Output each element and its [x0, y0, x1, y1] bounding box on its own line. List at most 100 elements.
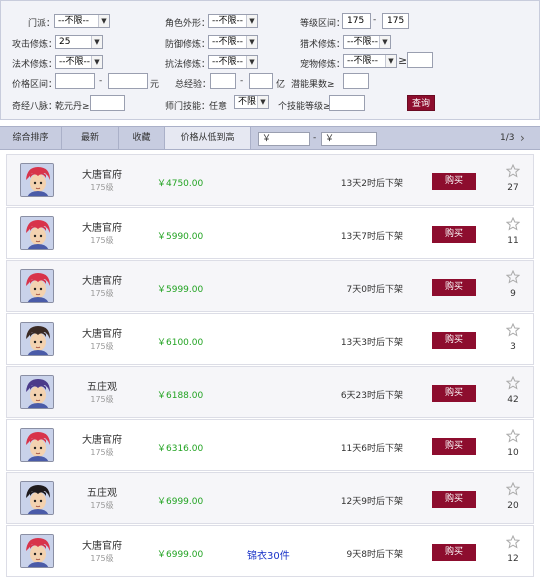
buy-button[interactable]: 购买: [432, 385, 476, 402]
school-select[interactable]: --不限-- ▼: [54, 14, 110, 28]
listing-level: 175级: [90, 183, 114, 192]
character-avatar[interactable]: [20, 428, 54, 462]
resist-select[interactable]: --不限-- ▼: [208, 55, 258, 69]
pet-training-label: 宠物修炼：: [300, 60, 346, 70]
appearance-label: 角色外形：: [165, 19, 211, 29]
listing-price: ￥6999.00: [157, 550, 204, 560]
character-avatar[interactable]: [20, 216, 54, 250]
defense-select[interactable]: --不限-- ▼: [208, 35, 258, 49]
star-outline-icon[interactable]: [506, 376, 520, 390]
potential-label: 潜能果数≥: [291, 80, 335, 90]
listing-row[interactable]: 五庄观 175级 ￥6999.00 12天9时后下架 购买 20: [6, 472, 534, 524]
attack-select[interactable]: 25 ▼: [55, 35, 103, 49]
star-outline-icon[interactable]: [506, 270, 520, 284]
listing-extra[interactable]: 锦衣30件: [247, 547, 290, 562]
listing-school: 大唐官府: [82, 170, 122, 181]
resist-label: 抗法修炼：: [165, 60, 211, 70]
favorite-count: 12: [507, 554, 519, 564]
potential-input[interactable]: [343, 73, 369, 89]
query-button[interactable]: 查询: [407, 95, 435, 111]
buy-button[interactable]: 购买: [432, 279, 476, 296]
skill-level-input[interactable]: [329, 95, 365, 111]
price-filter-separator: -: [313, 133, 317, 143]
tab-newest[interactable]: 最新: [62, 127, 119, 149]
listing-price: ￥5999.00: [157, 285, 204, 295]
magic-select[interactable]: --不限-- ▼: [55, 55, 103, 69]
exp-max-input[interactable]: [249, 73, 273, 89]
next-page-icon[interactable]: ›: [520, 127, 525, 149]
price-max-input[interactable]: [108, 73, 148, 89]
listing-time-remaining: 13天2时后下架: [340, 179, 403, 189]
character-avatar[interactable]: [20, 163, 54, 197]
pet-training-gte: ≥: [398, 54, 408, 67]
price-min-input[interactable]: [55, 73, 95, 89]
listing-time-remaining: 7天0时后下架: [346, 285, 403, 295]
buy-button[interactable]: 购买: [432, 544, 476, 561]
character-avatar[interactable]: [20, 534, 54, 568]
tab-favorites[interactable]: 收藏: [119, 127, 165, 149]
listing-time-remaining: 12天9时后下架: [340, 497, 403, 507]
character-avatar[interactable]: [20, 322, 54, 356]
buy-button[interactable]: 购买: [432, 438, 476, 455]
pet-training-input[interactable]: [407, 52, 433, 68]
chevron-down-icon: ▼: [91, 56, 102, 68]
filter-panel: 门派： --不限-- ▼ 角色外形： --不限-- ▼ 等级区间： 175 - 17…: [0, 0, 540, 120]
listing-level: 175级: [90, 554, 114, 563]
favorite-count: 42: [507, 395, 519, 405]
listing-row[interactable]: 大唐官府 175级 ￥4750.00 13天2时后下架 购买 27: [6, 154, 534, 206]
star-outline-icon[interactable]: [506, 482, 520, 496]
buy-button[interactable]: 购买: [432, 226, 476, 243]
level-label: 等级区间：: [300, 19, 346, 29]
chevron-down-icon: ▼: [246, 56, 257, 68]
listing-price: ￥5990.00: [157, 232, 204, 242]
skill-select[interactable]: 不限 ▼: [234, 95, 269, 109]
price-filter-max[interactable]: ￥: [321, 132, 377, 146]
favorite-count: 11: [507, 236, 519, 246]
star-outline-icon[interactable]: [506, 164, 520, 178]
listing-row[interactable]: 大唐官府 175级 ￥5999.00 7天0时后下架 购买 9: [6, 260, 534, 312]
price-unit: 元: [150, 80, 160, 90]
qianyuan-input[interactable]: [90, 95, 125, 111]
price-separator: -: [99, 76, 103, 86]
listing-list: 大唐官府 175级 ￥4750.00 13天2时后下架 购买 27 大唐官府 175级 ￥599…: [6, 154, 534, 581]
listing-school: 大唐官府: [82, 329, 122, 340]
level-min-input[interactable]: 175: [342, 13, 371, 29]
exp-min-input[interactable]: [210, 73, 236, 89]
listing-row[interactable]: 大唐官府 175级 ￥6999.00 锦衣30件 9天8时后下架 购买 12: [6, 525, 534, 577]
level-separator: -: [373, 15, 377, 25]
buy-button[interactable]: 购买: [432, 332, 476, 349]
listing-level: 175级: [90, 236, 114, 245]
star-outline-icon[interactable]: [506, 535, 520, 549]
favorite-count: 9: [510, 289, 516, 299]
listing-time-remaining: 13天7时后下架: [340, 232, 403, 242]
listing-row[interactable]: 大唐官府 175级 ￥6316.00 11天6时后下架 购买 10: [6, 419, 534, 471]
star-outline-icon[interactable]: [506, 429, 520, 443]
buy-button[interactable]: 购买: [432, 173, 476, 190]
tab-comprehensive[interactable]: 综合排序: [0, 127, 62, 149]
listing-row[interactable]: 五庄观 175级 ￥6188.00 6天23时后下架 购买 42: [6, 366, 534, 418]
listing-time-remaining: 9天8时后下架: [346, 550, 403, 560]
favorite-count: 10: [507, 448, 519, 458]
character-avatar[interactable]: [20, 375, 54, 409]
hunting-select[interactable]: --不限-- ▼: [343, 35, 391, 49]
tab-price-ascending[interactable]: 价格从低到高: [165, 127, 251, 149]
listing-row[interactable]: 大唐官府 175级 ￥6100.00 13天3时后下架 购买 3: [6, 313, 534, 365]
price-filter-min[interactable]: ￥: [258, 132, 310, 146]
buy-button[interactable]: 购买: [432, 491, 476, 508]
page-indicator: 1/3: [500, 133, 515, 143]
star-outline-icon[interactable]: [506, 323, 520, 337]
chevron-down-icon: ▼: [379, 36, 390, 48]
star-outline-icon[interactable]: [506, 217, 520, 231]
pet-training-select[interactable]: --不限-- ▼: [343, 54, 397, 68]
listing-row[interactable]: 大唐官府 175级 ￥5990.00 13天7时后下架 购买 11: [6, 207, 534, 259]
listing-price: ￥6100.00: [157, 338, 204, 348]
level-max-input[interactable]: 175: [382, 13, 409, 29]
skill-any-label: 任意: [209, 102, 228, 112]
character-avatar[interactable]: [20, 269, 54, 303]
character-avatar[interactable]: [20, 481, 54, 515]
appearance-select[interactable]: --不限-- ▼: [208, 14, 258, 28]
attack-label: 攻击修炼：: [12, 40, 58, 50]
listing-price: ￥6316.00: [157, 444, 204, 454]
meridian-label: 奇经八脉：: [12, 102, 58, 112]
listing-time-remaining: 11天6时后下架: [340, 444, 403, 454]
